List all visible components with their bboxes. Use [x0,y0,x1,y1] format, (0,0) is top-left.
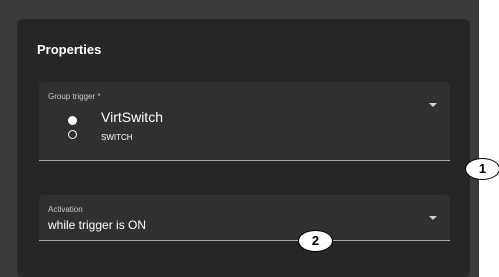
activation-label: Activation [48,205,83,214]
group-trigger-select[interactable]: Group trigger * VirtSwitch SWITCH [39,82,450,161]
panel-title: Properties [37,42,102,57]
selected-trigger-name: VirtSwitch [101,109,163,125]
status-on-icon [68,116,77,125]
selected-trigger-type: SWITCH [101,133,133,142]
chevron-down-icon[interactable] [429,103,437,107]
group-trigger-label: Group trigger * [48,92,101,101]
activation-select[interactable]: Activation while trigger is ON [39,195,450,241]
activation-value: while trigger is ON [48,218,147,232]
chevron-down-icon[interactable] [429,216,437,220]
status-off-icon [68,130,77,139]
callout-marker-2: 2 [298,230,333,252]
callout-marker-1: 1 [465,158,499,180]
